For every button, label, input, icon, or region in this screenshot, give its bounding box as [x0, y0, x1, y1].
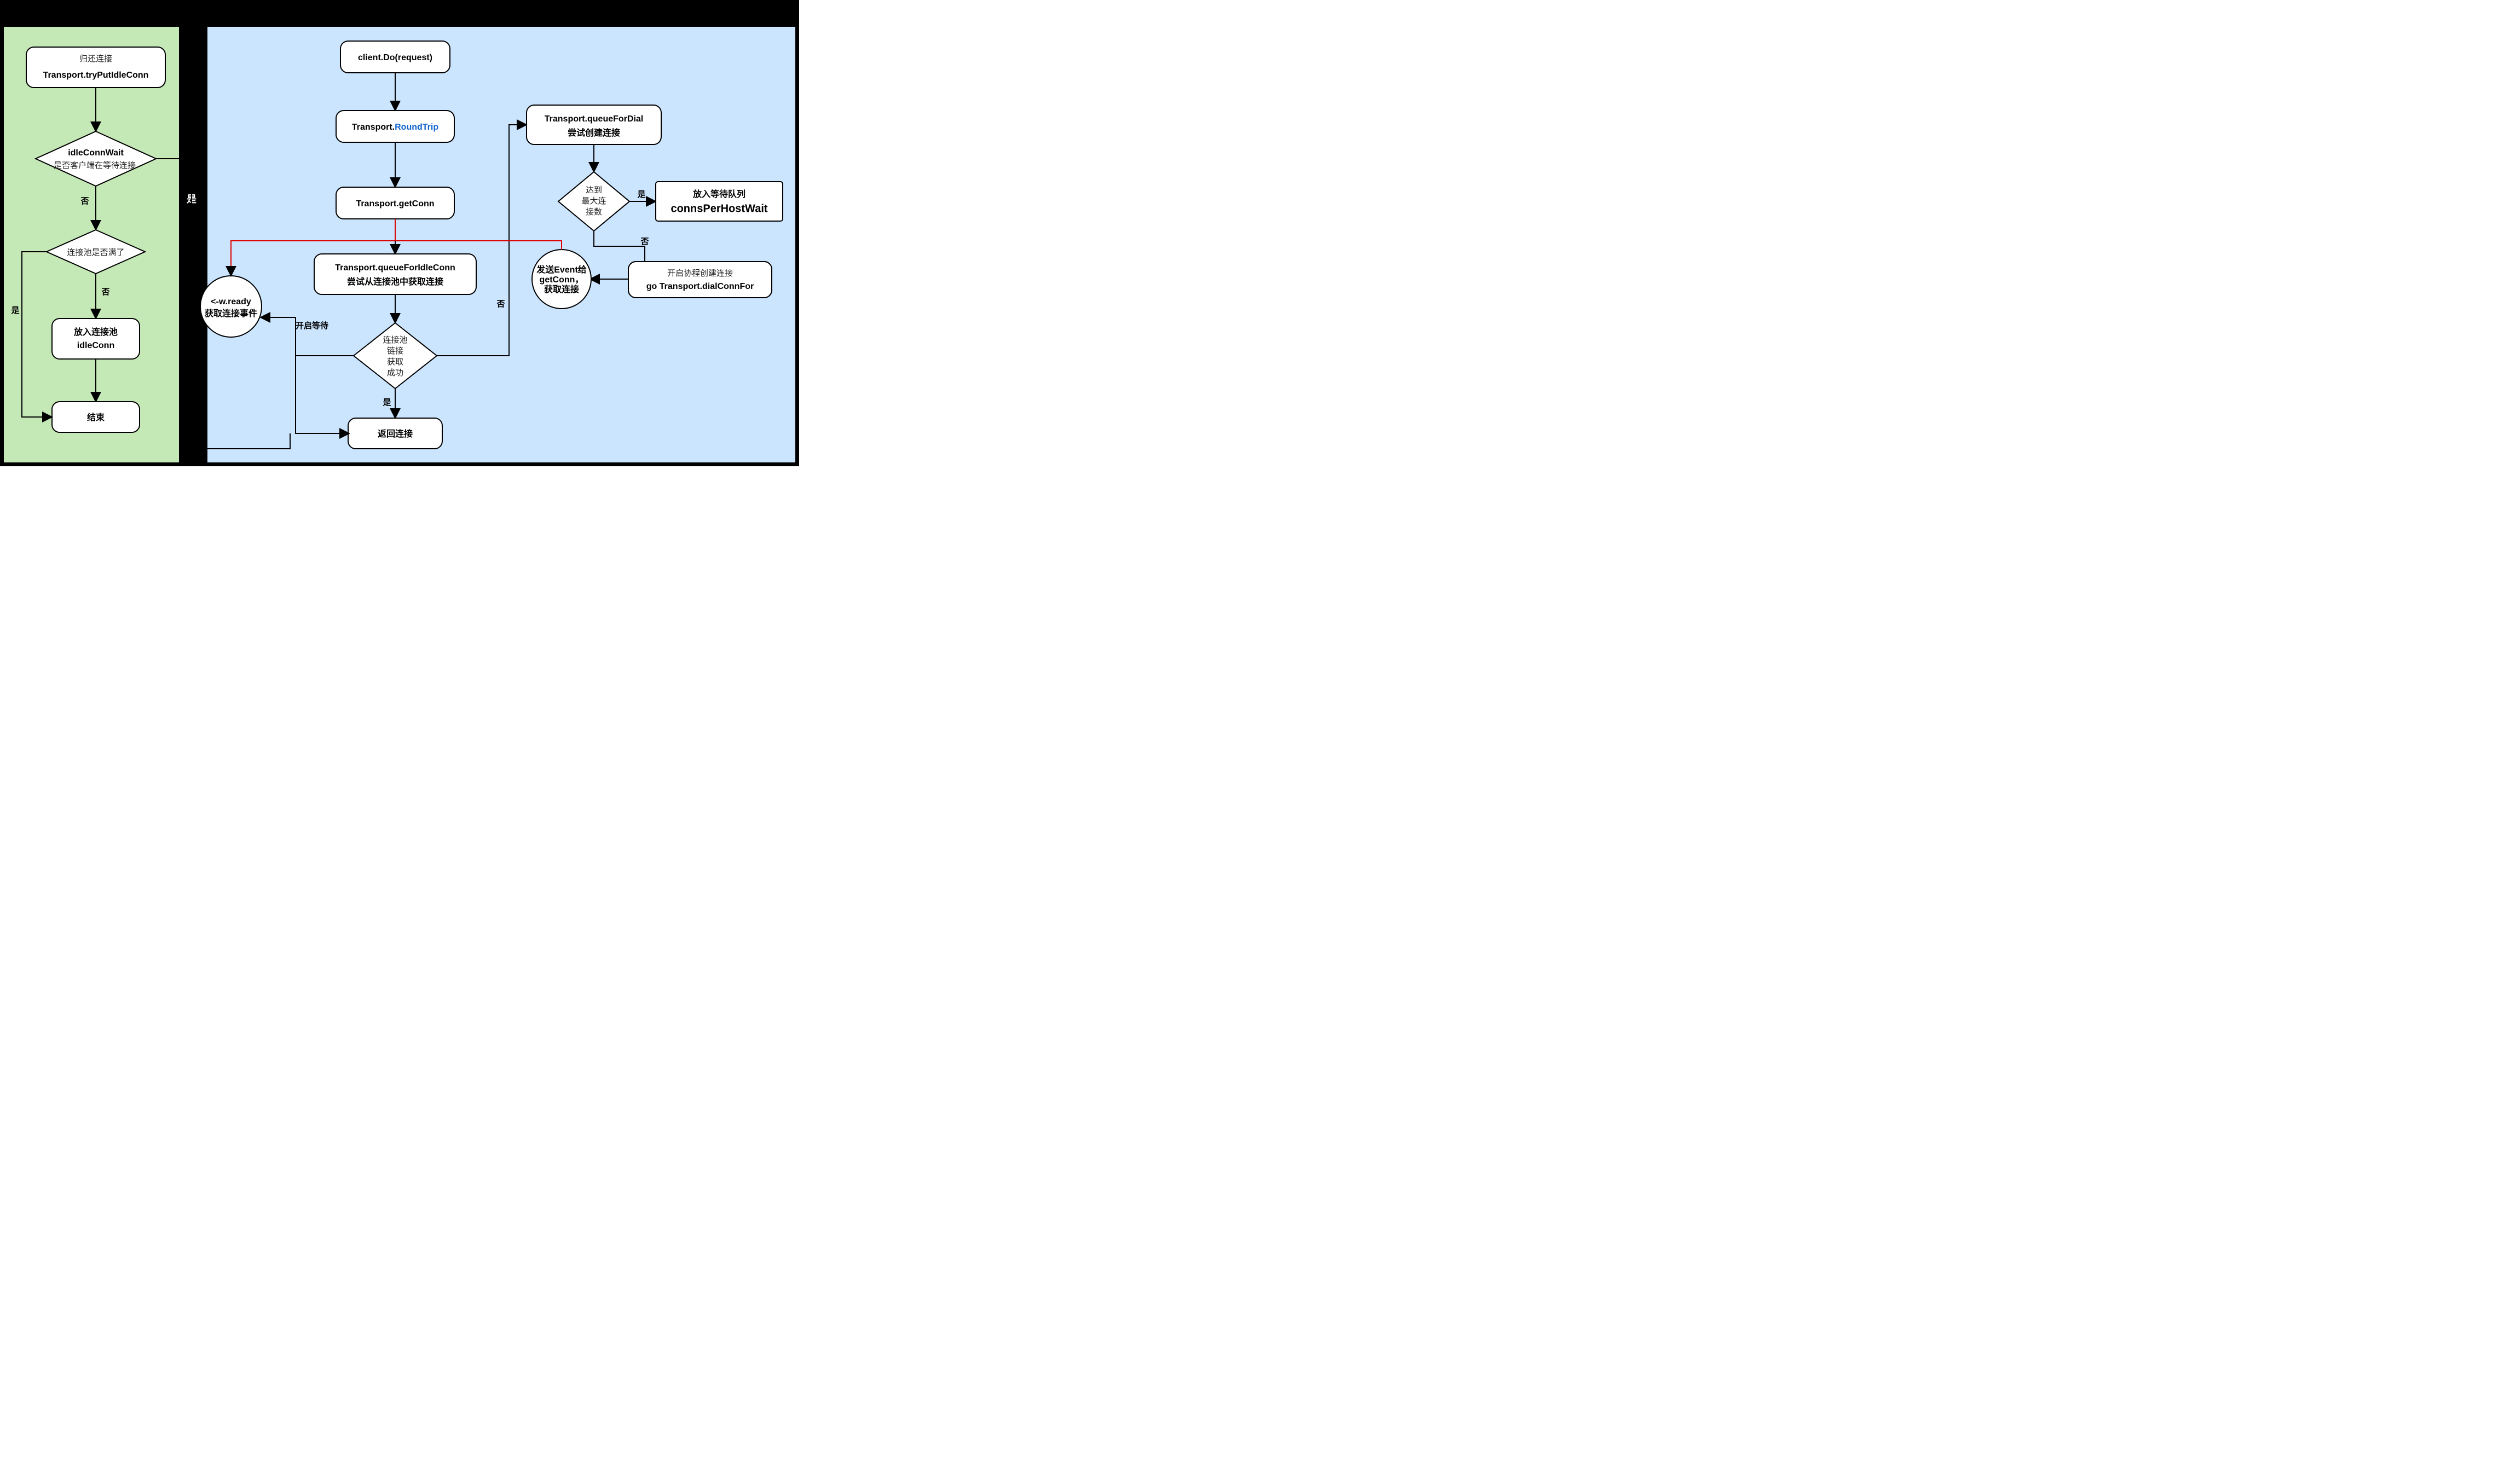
poolok-2: 链接: [387, 346, 403, 356]
edge-no-2: 否: [101, 287, 109, 297]
queuedial-2: 尝试创建连接: [568, 128, 620, 138]
getconn: Transport.getConn: [356, 199, 434, 209]
waitq-2: connsPerHostWait: [671, 202, 767, 215]
svg-text:Transport.RoundTrip: Transport.RoundTrip: [352, 123, 438, 132]
queueidle-l2: 尝试从连接池中获取连接: [347, 276, 443, 287]
queueidle-l1: Transport.queueForIdleConn: [335, 263, 455, 273]
poolfull: 连接池是否满了: [67, 248, 124, 257]
sendev-3: 获取连接: [544, 284, 579, 294]
idlewait-l2: 是否客户端在等待连接: [54, 160, 136, 170]
edge-startwait: 开启等待: [296, 321, 328, 331]
return-conn-l1: 归还连接: [79, 54, 112, 63]
maxconn-3: 接数: [586, 207, 602, 217]
poolok-4: 成功: [387, 368, 403, 378]
edge-yes-2: 是: [382, 398, 391, 407]
edge-yes-1: 是: [10, 306, 20, 315]
wready-1: <-w.ready: [211, 297, 251, 306]
waitq-1: 放入等待队列: [692, 189, 745, 199]
edge-no-3: 否: [496, 299, 505, 309]
wready-2: 获取连接事件: [205, 308, 257, 318]
edge-no-4: 否: [640, 237, 649, 246]
edge-yes-3: 是: [637, 190, 646, 199]
edge-no-1: 否: [80, 196, 89, 206]
dialfor-1: 开启协程创建连接: [667, 269, 733, 278]
return-conn-l2: Transport.tryPutIdleConn: [43, 71, 149, 80]
putpool-l2: idleConn: [77, 341, 114, 350]
end: 结束: [86, 412, 105, 422]
sendev-2: getConn，: [540, 275, 584, 285]
maxconn-2: 最大连: [581, 196, 606, 206]
roundtrip-a: Transport.: [352, 123, 395, 132]
queuedial-1: Transport.queueForDial: [545, 114, 643, 124]
poolok-1: 连接池: [383, 335, 407, 345]
roundtrip-b: RoundTrip: [395, 123, 438, 132]
diagram: 归还连接 Transport.tryPutIdleConn idleConnWa…: [0, 0, 799, 466]
maxconn-1: 达到: [586, 186, 602, 195]
poolok-3: 获取: [387, 357, 403, 367]
client-do: client.Do(request): [358, 53, 432, 62]
sendev-1: 发送Event给: [536, 264, 587, 275]
retconn: 返回连接: [378, 428, 413, 439]
idlewait-l1: idleConnWait: [68, 148, 124, 158]
putpool-l1: 放入连接池: [73, 327, 118, 337]
dialfor-2: go Transport.dialConnFor: [646, 282, 754, 291]
